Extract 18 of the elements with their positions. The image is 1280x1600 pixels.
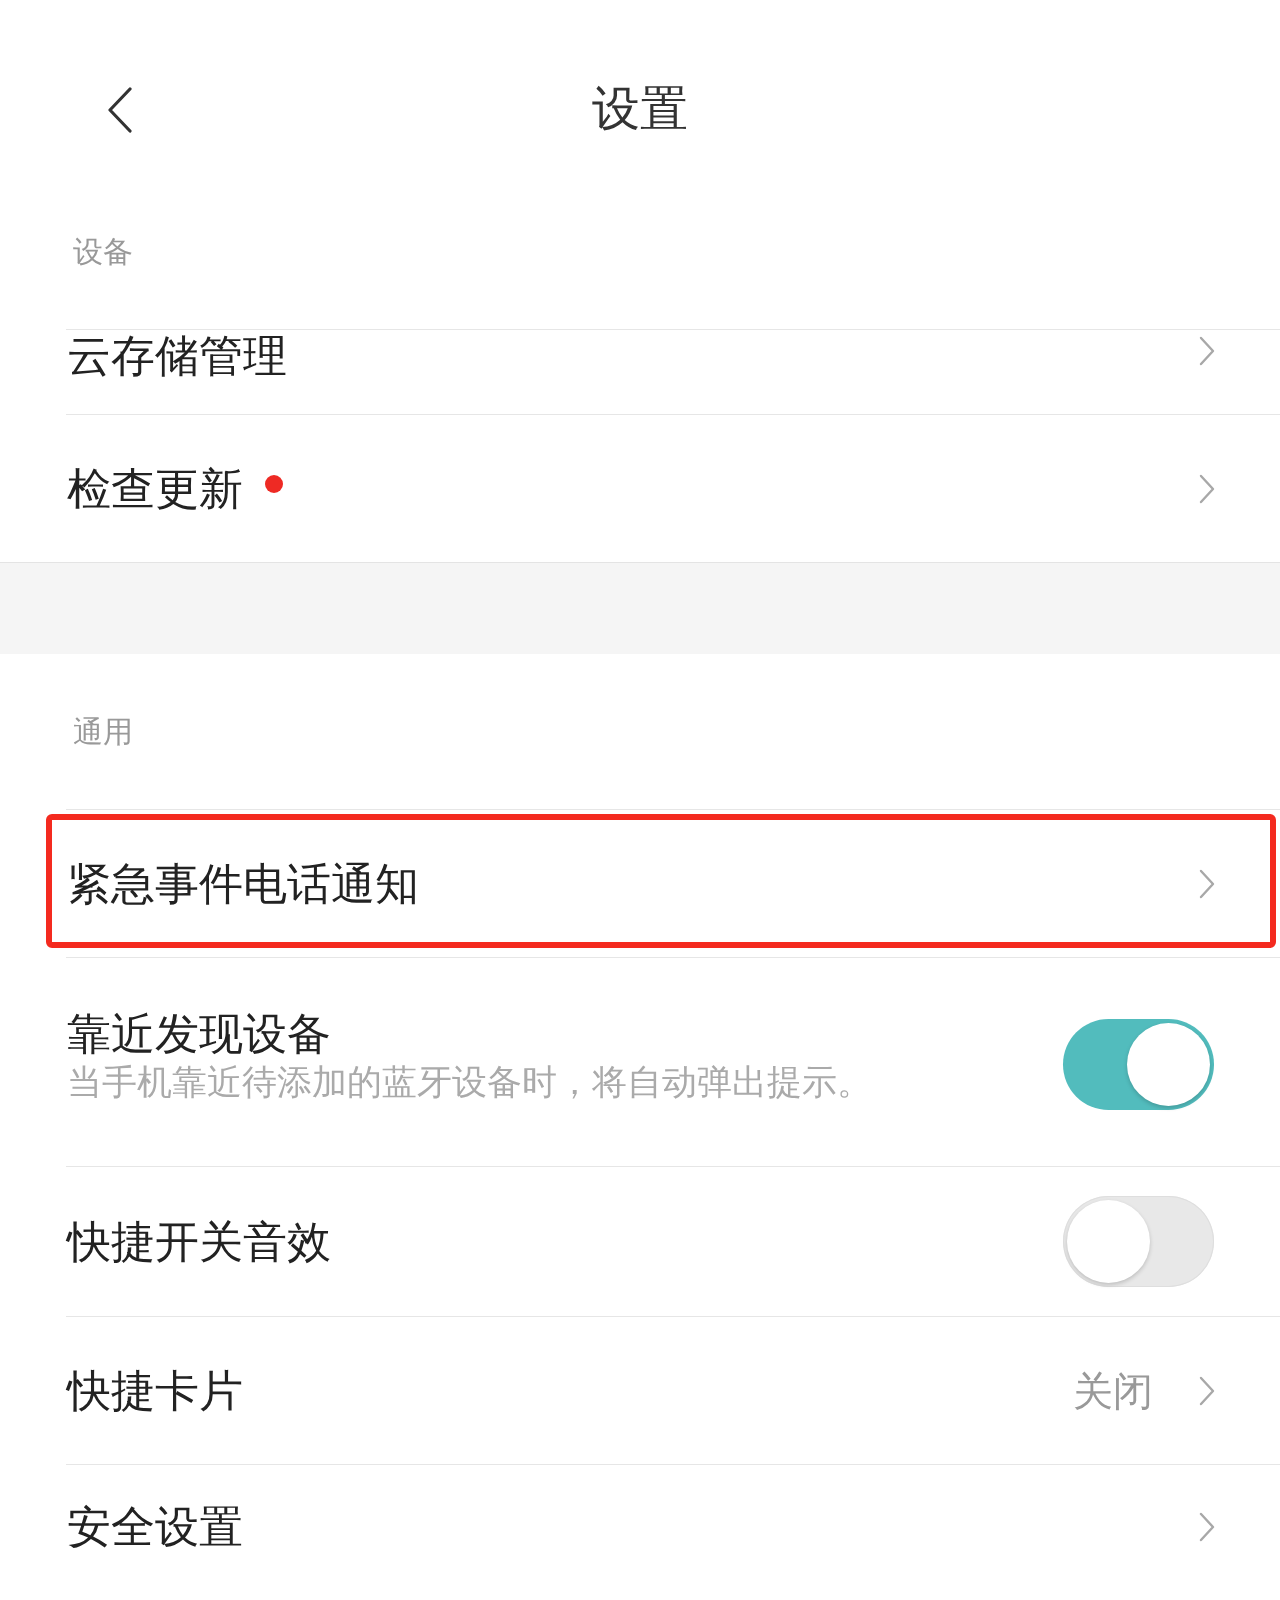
settings-item[interactable]: 紧急事件电话通知	[66, 810, 1280, 957]
chevron-right-icon	[1199, 473, 1215, 504]
chevron-right-icon	[1199, 1375, 1215, 1406]
settings-item[interactable]: 检查更新	[66, 415, 1280, 562]
chevron-right-icon	[1199, 868, 1215, 899]
setting-value: 关闭	[1073, 1366, 1153, 1415]
back-icon[interactable]	[107, 87, 133, 133]
settings-item[interactable]: 云存储管理	[66, 330, 1280, 414]
page-title: 设置	[592, 80, 688, 138]
settings-item[interactable]: 快捷卡片 关闭	[66, 1317, 1280, 1464]
settings-item[interactable]: 安全设置	[66, 1465, 1280, 1600]
chevron-right-icon	[1199, 1512, 1215, 1542]
chevron-right-icon	[1199, 336, 1215, 366]
section-label: 通用	[73, 713, 133, 751]
setting-title: 靠近发现设备	[67, 1008, 331, 1060]
setting-description: 当手机靠近待添加的蓝牙设备时，将自动弹出提示。	[67, 1061, 872, 1104]
section-label: 设备	[73, 233, 133, 271]
setting-title: 快捷开关音效	[67, 1215, 331, 1268]
